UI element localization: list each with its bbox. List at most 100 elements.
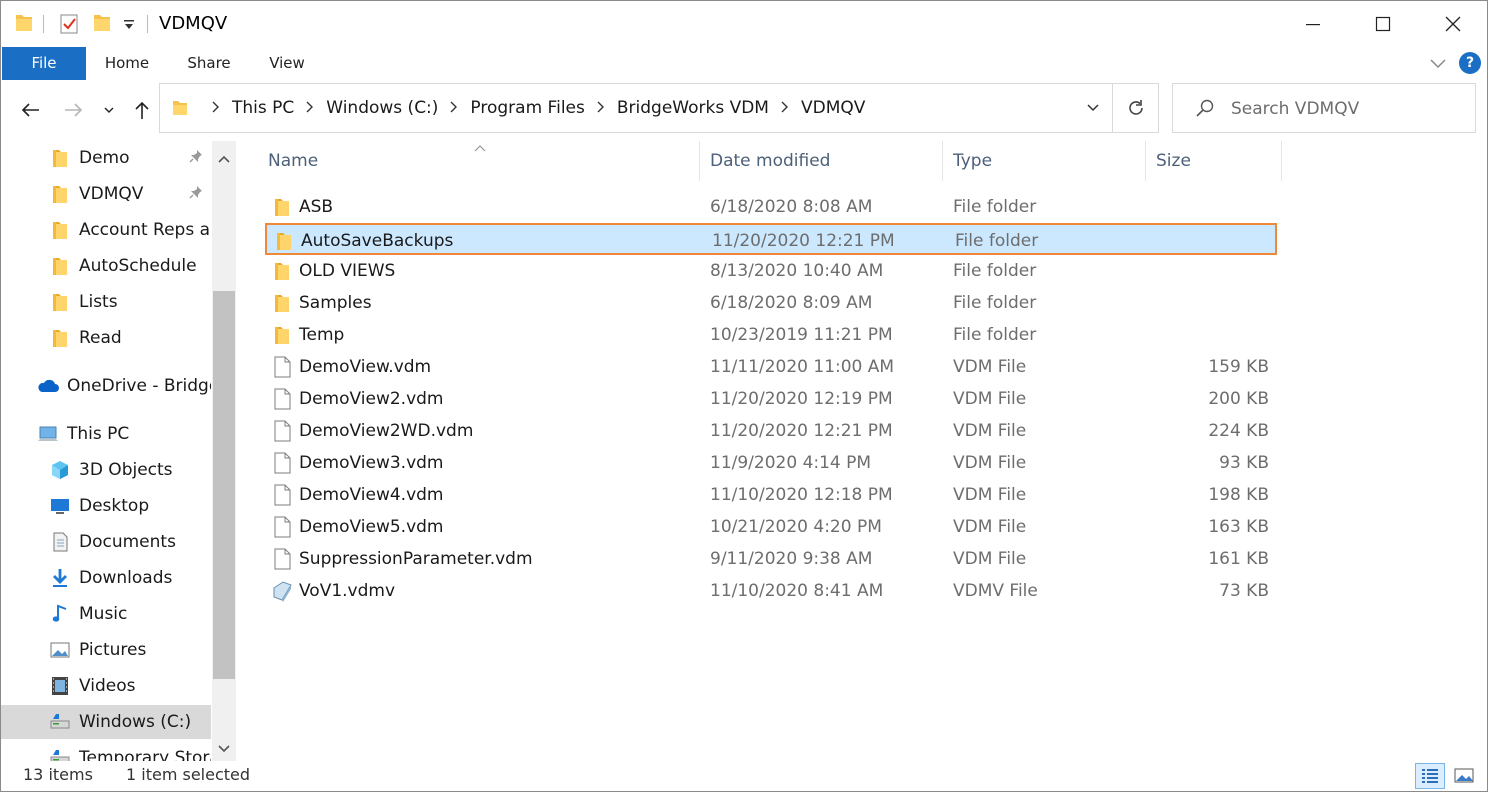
scroll-up-chevron-icon[interactable] <box>217 149 231 169</box>
file-row[interactable]: DemoView5.vdm 10/21/2020 4:20 PM VDM File 1… <box>265 511 1277 543</box>
sidebar-item-downloads[interactable]: Downloads <box>1 561 211 595</box>
breadcrumb-bridgeworks-vdm[interactable]: BridgeWorks VDM <box>617 98 769 118</box>
breadcrumb-program-files[interactable]: Program Files <box>470 98 584 118</box>
file-row[interactable]: VoV1.vdmv 11/10/2020 8:41 AM VDMV File 73 K… <box>265 575 1277 607</box>
tab-file[interactable]: File <box>2 47 86 80</box>
sidebar-item-documents[interactable]: Documents <box>1 525 211 559</box>
nav-item-label: Demo <box>79 148 130 168</box>
tab-view[interactable]: View <box>255 47 319 80</box>
back-button[interactable] <box>15 97 45 123</box>
recent-locations-button[interactable] <box>97 97 121 123</box>
pin-icon[interactable] <box>189 148 203 168</box>
file-row[interactable]: SuppressionParameter.vdm 9/11/2020 9:38 A… <box>265 543 1277 575</box>
file-name: DemoView.vdm <box>299 357 432 377</box>
sidebar-item-read[interactable]: Read <box>1 321 211 355</box>
file-row[interactable]: Temp 10/23/2019 11:21 PM File folder <box>265 319 1277 351</box>
nav-item-label: Music <box>79 604 128 624</box>
file-row[interactable]: ASB 6/18/2020 8:08 AM File folder <box>265 191 1277 223</box>
file-name: ASB <box>299 197 334 217</box>
sidebar-item-desktop[interactable]: Desktop <box>1 489 211 523</box>
file-date-modified: 10/21/2020 4:20 PM <box>710 517 882 537</box>
nav-item-label: This PC <box>67 424 130 444</box>
properties-icon[interactable] <box>59 13 79 40</box>
forward-button[interactable] <box>59 97 89 123</box>
minimize-button[interactable] <box>1278 1 1348 47</box>
file-type: VDM File <box>953 485 1027 505</box>
sidebar-item-autoschedule[interactable]: AutoSchedule <box>1 249 211 283</box>
breadcrumb-windows-c[interactable]: Windows (C:) <box>326 98 438 118</box>
sidebar-item-onedrive[interactable]: OneDrive - Bridge <box>1 369 211 403</box>
3d-objects-icon <box>49 459 71 481</box>
sidebar-item-3d-objects[interactable]: 3D Objects <box>1 453 211 487</box>
file-date-modified: 6/18/2020 8:09 AM <box>710 293 873 313</box>
help-button[interactable]: ? <box>1459 52 1481 74</box>
onedrive-icon <box>37 375 59 397</box>
maximize-button[interactable] <box>1348 1 1418 47</box>
pin-icon[interactable] <box>189 184 203 204</box>
breadcrumb-this-pc[interactable]: This PC <box>232 98 294 118</box>
file-size <box>1145 191 1269 223</box>
this-pc-icon <box>37 423 59 445</box>
file-row[interactable]: OLD VIEWS 8/13/2020 10:40 AM File folder <box>265 255 1277 287</box>
folder-icon <box>49 327 71 349</box>
close-button[interactable] <box>1418 1 1487 47</box>
file-row[interactable]: AutoSaveBackups 11/20/2020 12:21 PM File f… <box>265 223 1277 255</box>
sidebar-item-videos[interactable]: Videos <box>1 669 211 703</box>
file-row[interactable]: DemoView2.vdm 11/20/2020 12:19 PM VDM File… <box>265 383 1277 415</box>
customize-quick-access-icon[interactable] <box>123 17 135 37</box>
file-row[interactable]: DemoView.vdm 11/11/2020 11:00 AM VDM File 1… <box>265 351 1277 383</box>
sidebar-item-music[interactable]: Music <box>1 597 211 631</box>
folder-icon <box>49 147 71 169</box>
file-size <box>1147 225 1271 257</box>
file-row[interactable]: DemoView4.vdm 11/10/2020 12:18 PM VDM File… <box>265 479 1277 511</box>
refresh-button[interactable] <box>1113 83 1159 133</box>
address-history-chevron-down-icon[interactable] <box>1086 100 1100 120</box>
search-box[interactable] <box>1172 83 1476 133</box>
expand-ribbon-chevron-down-icon[interactable] <box>1429 55 1447 75</box>
file-row[interactable]: Samples 6/18/2020 8:09 AM File folder <box>265 287 1277 319</box>
details-view-button[interactable] <box>1415 763 1445 789</box>
scroll-down-chevron-icon[interactable] <box>217 739 231 759</box>
tab-share[interactable]: Share <box>177 47 241 80</box>
new-folder-icon[interactable] <box>93 13 111 38</box>
sidebar-item-pictures[interactable]: Pictures <box>1 633 211 667</box>
column-header-type[interactable]: Type <box>940 141 1143 181</box>
search-input[interactable] <box>1231 96 1461 122</box>
breadcrumb-vdmqv[interactable]: VDMQV <box>801 98 865 118</box>
nav-pane-scrollbar[interactable] <box>212 141 236 761</box>
large-icons-view-button[interactable] <box>1449 763 1479 789</box>
sidebar-item-temporary-storage[interactable]: Temporary Stora <box>1 741 211 761</box>
breadcrumb-chevron-icon[interactable] <box>305 98 314 118</box>
breadcrumb-chevron-icon[interactable] <box>449 98 458 118</box>
selection-count: 1 item selected <box>126 765 251 784</box>
up-button[interactable] <box>127 97 157 123</box>
column-header-date-modified[interactable]: Date modified <box>697 141 942 181</box>
sidebar-item-this-pc[interactable]: This PC <box>1 417 211 451</box>
file-type: VDM File <box>953 517 1027 537</box>
breadcrumb-chevron-icon[interactable] <box>596 98 604 118</box>
file-size: 200 KB <box>1208 389 1269 409</box>
file-row[interactable]: DemoView3.vdm 11/9/2020 4:14 PM VDM File 93… <box>265 447 1277 479</box>
sidebar-item-demo[interactable]: Demo <box>1 141 211 175</box>
file-name: OLD VIEWS <box>299 261 396 281</box>
column-header-size[interactable]: Size <box>1143 141 1281 181</box>
large-icons-view-icon <box>1454 768 1474 783</box>
sidebar-item-windows-c-[interactable]: Windows (C:) <box>1 705 211 739</box>
sidebar-item-lists[interactable]: Lists <box>1 285 211 319</box>
tab-home[interactable]: Home <box>93 47 161 80</box>
file-row[interactable]: DemoView2WD.vdm 11/20/2020 12:21 PM VDM Fi… <box>265 415 1277 447</box>
file-icon <box>271 388 293 410</box>
nav-item-label: Account Reps an <box>79 220 211 240</box>
sidebar-item-account-reps-an[interactable]: Account Reps an <box>1 213 211 247</box>
nav-item-label: Lists <box>79 292 118 312</box>
nav-item-label: VDMQV <box>79 184 144 204</box>
sidebar-item-vdmqv[interactable]: VDMQV <box>1 177 211 211</box>
file-explorer-window: VDMQV File Home Share View ? This PC Win… <box>0 0 1488 792</box>
breadcrumb-chevron-icon[interactable] <box>780 98 788 118</box>
file-name: DemoView2.vdm <box>299 389 444 409</box>
address-bar[interactable]: This PC Windows (C:) Program Files Bridg… <box>159 83 1113 133</box>
file-date-modified: 11/11/2020 11:00 AM <box>710 357 895 377</box>
scrollbar-thumb[interactable] <box>213 291 235 679</box>
file-type: File folder <box>953 293 1037 313</box>
file-type: File folder <box>953 261 1037 281</box>
